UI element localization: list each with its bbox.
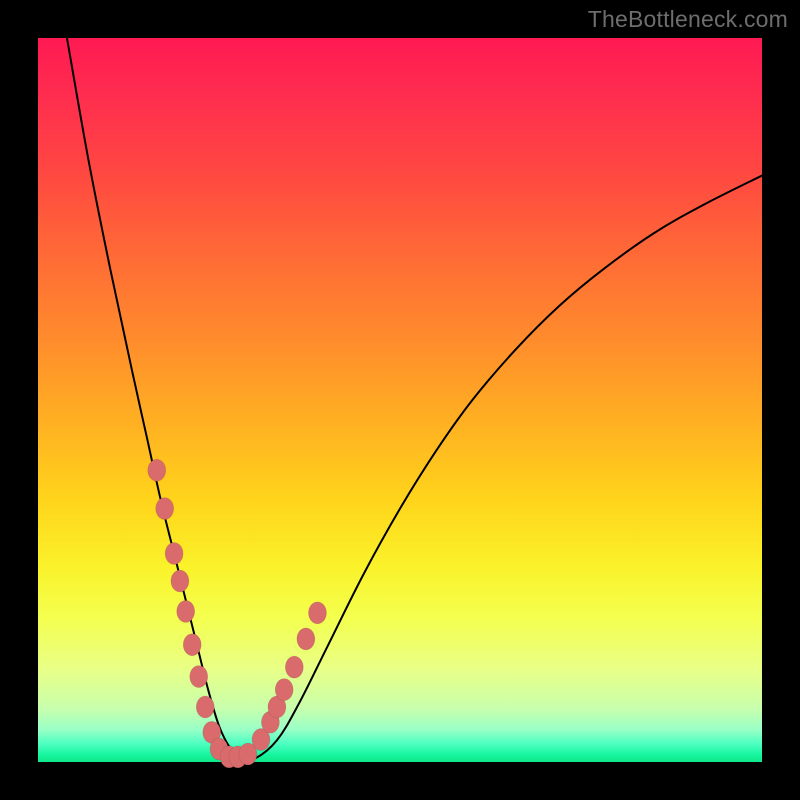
highlighted-points — [148, 459, 327, 768]
marker-dot — [165, 542, 183, 564]
marker-dot — [308, 602, 326, 624]
marker-dot — [196, 696, 214, 718]
chart-overlay — [38, 38, 762, 762]
marker-dot — [297, 628, 315, 650]
marker-dot — [148, 459, 166, 481]
marker-dot — [177, 600, 195, 622]
marker-dot — [275, 679, 293, 701]
marker-dot — [183, 634, 201, 656]
marker-dot — [171, 570, 189, 592]
chart-frame: TheBottleneck.com — [0, 0, 800, 800]
plot-area — [38, 38, 762, 762]
marker-dot — [190, 666, 208, 688]
watermark-text: TheBottleneck.com — [588, 6, 788, 33]
marker-dot — [156, 498, 174, 520]
marker-dot — [285, 656, 303, 678]
bottleneck-curve — [67, 38, 762, 760]
